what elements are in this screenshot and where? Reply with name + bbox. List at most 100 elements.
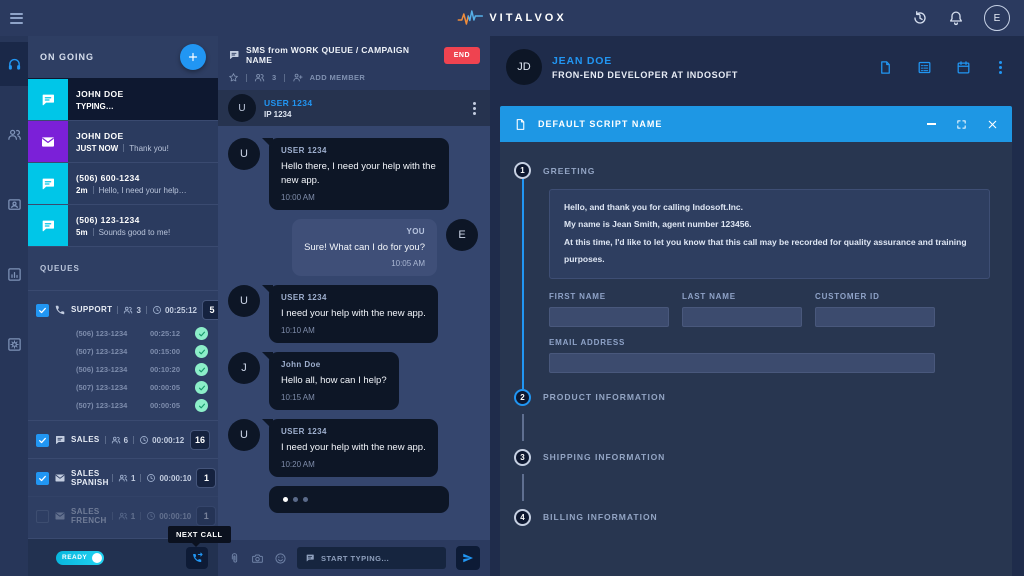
participant-more-icon[interactable] xyxy=(469,100,480,117)
chat-icon xyxy=(305,553,315,563)
add-member-button[interactable]: ADD MEMBER xyxy=(310,73,366,82)
queue-checkbox[interactable] xyxy=(36,510,49,523)
conversation-item[interactable]: (506) 123-1234 5m Sounds good to me! xyxy=(28,204,218,246)
queue-checkbox[interactable] xyxy=(36,304,49,317)
rail-item-contacts[interactable] xyxy=(0,112,28,156)
script-section-billing[interactable]: 4 BILLING INFORMATION xyxy=(514,509,990,526)
conversation-name: (506) 600-1234 xyxy=(76,173,210,183)
ongoing-header: ON GOING xyxy=(28,36,218,78)
rail-item-settings[interactable] xyxy=(0,322,28,366)
contact-name: JEAN DOE xyxy=(552,55,738,67)
minimize-icon[interactable] xyxy=(927,123,936,125)
clock-icon xyxy=(152,305,162,315)
message-avatar: U xyxy=(228,285,260,317)
queue-call-row[interactable]: (506) 123-1234 00:25:12 xyxy=(76,327,208,340)
first-name-field[interactable] xyxy=(549,307,669,327)
queue-call-row[interactable]: (507) 123-1234 00:00:05 xyxy=(76,381,208,394)
section-number: 4 xyxy=(514,509,531,526)
message-input[interactable] xyxy=(321,554,438,563)
queue-name: SALES xyxy=(71,435,100,444)
message-text: Sure! What can I do for you? xyxy=(304,241,425,255)
last-name-label: LAST NAME xyxy=(682,292,802,301)
plus-icon xyxy=(187,51,199,63)
queue-checkbox[interactable] xyxy=(36,434,49,447)
caller-number: (507) 123-1234 xyxy=(76,347,150,356)
ready-toggle[interactable]: READY xyxy=(56,551,104,565)
add-conversation-button[interactable] xyxy=(180,44,206,70)
contact-avatar: JD xyxy=(506,49,542,85)
people-icon xyxy=(7,127,22,142)
message: U USER 1234 I need your help with the ne… xyxy=(228,419,478,477)
call-duration: 00:10:20 xyxy=(150,365,194,374)
close-icon[interactable] xyxy=(987,119,998,130)
settings-icon xyxy=(7,337,22,352)
queue-agent-count: 1 xyxy=(131,474,135,483)
calendar-icon[interactable] xyxy=(956,60,971,75)
email-field[interactable] xyxy=(549,353,935,373)
history-icon[interactable] xyxy=(912,10,928,26)
toggle-knob xyxy=(92,553,102,563)
emoji-icon[interactable] xyxy=(274,552,287,565)
call-duration: 00:00:05 xyxy=(150,383,194,392)
script-title: DEFAULT SCRIPT NAME xyxy=(538,119,662,129)
customer-form: FIRST NAME LAST NAME CUSTOMER ID xyxy=(549,292,990,327)
message-bubble: USER 1234 I need your help with the new … xyxy=(269,419,438,477)
ongoing-panel: ON GOING JOHN DOE TYPING… JOHN DOE JUST … xyxy=(28,36,218,576)
timeline-connector xyxy=(522,414,524,441)
last-name-field[interactable] xyxy=(682,307,802,327)
message: YOU Sure! What can I do for you? 10:05 A… xyxy=(228,219,478,277)
queue-call-row[interactable]: (507) 123-1234 00:00:05 xyxy=(76,399,208,412)
expand-icon[interactable] xyxy=(956,119,967,130)
menu-icon[interactable] xyxy=(10,13,23,24)
customer-id-label: CUSTOMER ID xyxy=(815,292,935,301)
camera-icon[interactable] xyxy=(251,552,264,565)
queue-call-row[interactable]: (506) 123-1234 00:10:20 xyxy=(76,363,208,376)
star-icon[interactable] xyxy=(228,72,239,83)
chat-channel-icon xyxy=(28,79,68,120)
message-time: 10:15 AM xyxy=(281,393,387,402)
member-count: 3 xyxy=(272,73,277,82)
queue-count-badge: 1 xyxy=(196,506,216,526)
contact-more-icon[interactable] xyxy=(995,59,1006,76)
ready-label: READY xyxy=(62,554,87,561)
end-button[interactable]: END xyxy=(444,47,480,64)
queue-call-row[interactable]: (507) 123-1234 00:15:00 xyxy=(76,345,208,358)
queues-title: QUEUES xyxy=(28,246,218,290)
document-icon[interactable] xyxy=(878,60,893,75)
form-icon[interactable] xyxy=(917,60,932,75)
participant-name: USER 1234 xyxy=(264,98,313,108)
chat-title: SMS from WORK QUEUE / CAMPAIGN NAME xyxy=(246,45,438,65)
script-section-shipping[interactable]: 3 SHIPPING INFORMATION xyxy=(514,449,990,466)
queue-checkbox[interactable] xyxy=(36,472,49,485)
rail-item-directory[interactable] xyxy=(0,182,28,226)
call-check-icon xyxy=(195,381,208,394)
email-label: EMAIL ADDRESS xyxy=(549,338,935,347)
section-label: PRODUCT INFORMATION xyxy=(543,392,666,402)
customer-id-field[interactable] xyxy=(815,307,935,327)
rail-item-agent[interactable] xyxy=(0,42,28,86)
conversation-item[interactable]: JOHN DOE TYPING… xyxy=(28,78,218,120)
user-avatar[interactable]: E xyxy=(984,5,1010,31)
attachment-icon[interactable] xyxy=(228,552,241,565)
bell-icon[interactable] xyxy=(948,10,964,26)
section-label: GREETING xyxy=(543,166,595,176)
chat-icon xyxy=(54,434,66,446)
conversation-item[interactable]: (506) 600-1234 2m Hello, I need your hel… xyxy=(28,162,218,204)
timeline-connector xyxy=(522,474,524,501)
queue-name: SALES FRENCH xyxy=(71,507,107,525)
conversation-preview: Sounds good to me! xyxy=(99,228,171,237)
script-section-product[interactable]: 2 PRODUCT INFORMATION xyxy=(514,389,990,406)
call-duration: 00:00:05 xyxy=(150,401,194,410)
conversation-item[interactable]: JOHN DOE JUST NOW Thank you! xyxy=(28,120,218,162)
conversation-status: TYPING… xyxy=(76,102,114,111)
script-titlebar: DEFAULT SCRIPT NAME xyxy=(500,106,1012,142)
queue-group-sales: SALES 6 00:00:12 16 xyxy=(28,420,218,458)
message-author: USER 1234 xyxy=(281,293,426,302)
rail-item-reports[interactable] xyxy=(0,252,28,296)
message-input-box xyxy=(297,547,446,569)
conversation-preview: Thank you! xyxy=(129,144,169,153)
chat-header: SMS from WORK QUEUE / CAMPAIGN NAME END … xyxy=(218,36,490,90)
queue-wait-time: 00:00:10 xyxy=(159,512,191,521)
conversation-meta: 5m xyxy=(76,228,88,237)
send-button[interactable] xyxy=(456,546,480,570)
